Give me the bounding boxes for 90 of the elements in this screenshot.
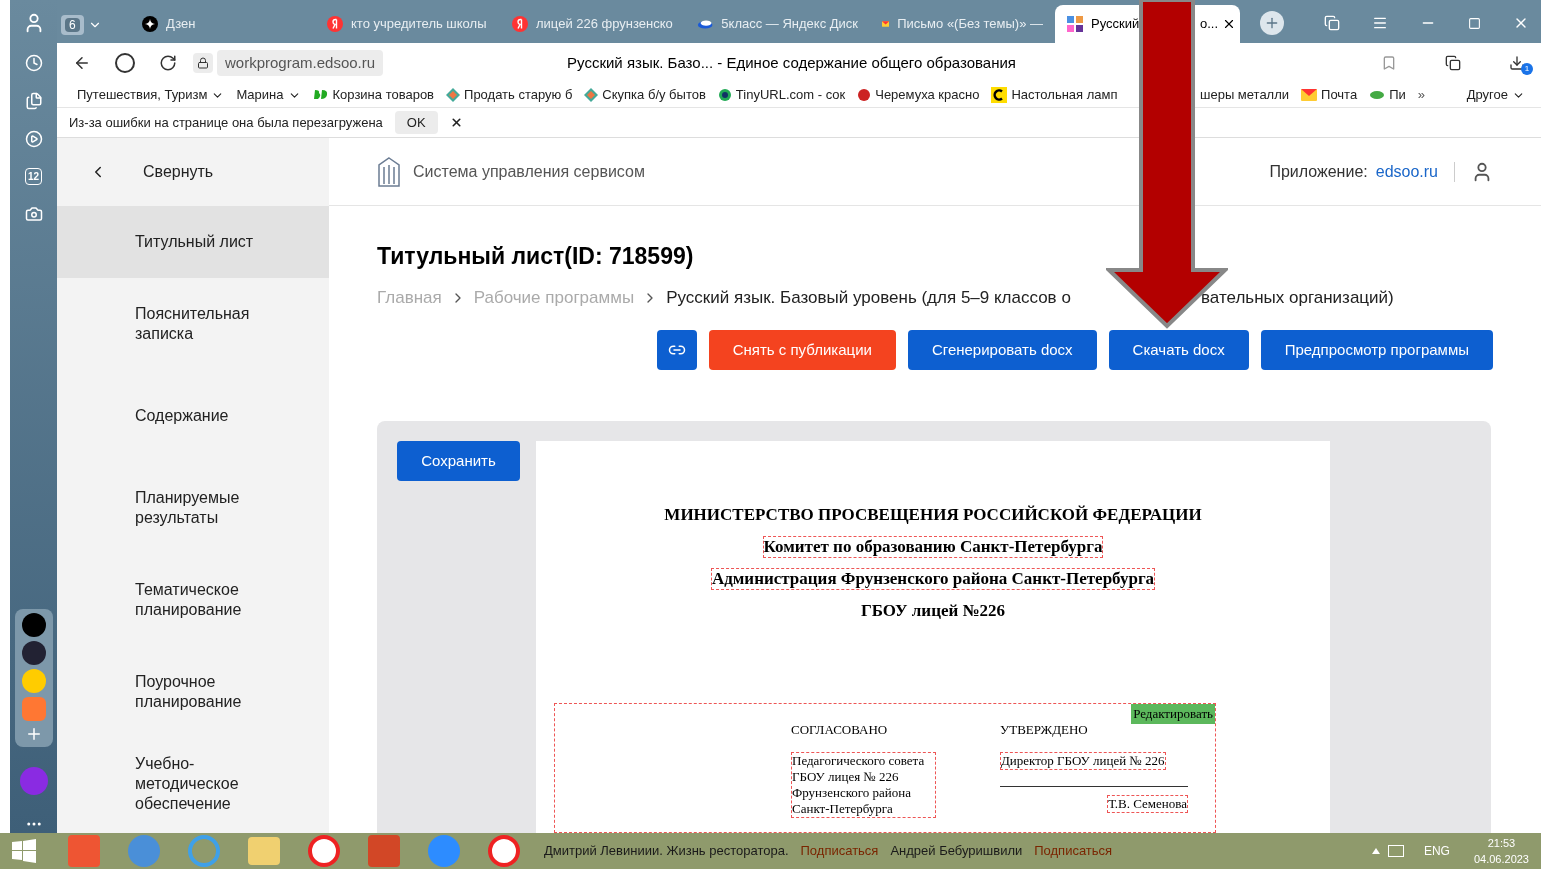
more-bookmarks-button[interactable]: »	[1417, 85, 1425, 105]
app-link[interactable]: edsoo.ru	[1375, 159, 1438, 184]
nav-item[interactable]: Учебно-методическое обеспечение	[57, 738, 329, 830]
ya-logo-icon	[327, 16, 343, 32]
nav-item[interactable]: Титульный лист	[57, 206, 329, 278]
column-heading: СОГЛАСОВАНО	[791, 721, 889, 739]
bookmark-item[interactable]: TinyURL.com - сок	[717, 85, 846, 105]
breadcrumb-current: Русский язык. Базовый уровень (для 5–9 классов о	[666, 287, 1071, 310]
envelope-icon	[882, 18, 890, 30]
clock-date: 04.06.2023	[1473, 852, 1529, 867]
action-button[interactable]: Скачать docx	[1108, 330, 1249, 370]
plus-icon	[1264, 15, 1280, 31]
bookmark-item[interactable]: Корзина товаров	[312, 85, 435, 105]
clock-time: 21:53	[1487, 836, 1516, 851]
close-icon[interactable]	[449, 116, 463, 129]
bookmark-item[interactable]: Пи	[1369, 85, 1406, 105]
approval-text: Педагогического совета ГБОУ лицея № 226 Фрунзенского района Санкт-Петербурга	[791, 751, 936, 818]
service-title: Система управления сервисом	[413, 161, 645, 182]
signer-name: Т.В. Семенова	[1107, 794, 1188, 813]
tab-title: Письмо «(Без темы)» —	[897, 15, 1043, 34]
menu-icon[interactable]	[1372, 15, 1388, 31]
history-icon[interactable]	[24, 54, 43, 72]
bookmark-icon[interactable]	[1381, 55, 1397, 71]
screenshot-icon[interactable]	[24, 205, 43, 223]
bookmark-item[interactable]: Скупка б/у бытов	[584, 85, 706, 105]
nav-item[interactable]: Планируемые результаты	[57, 462, 329, 554]
tab-title: 5класс — Яндекс Диск	[721, 15, 858, 34]
document-heading: МИНИСТЕРСТВО ПРОСВЕЩЕНИЯ РОССИЙСКОЙ ФЕДЕРАЦИИ	[663, 504, 1203, 526]
back-icon[interactable]	[73, 54, 91, 72]
ya-logo-icon	[512, 16, 528, 32]
play-icon[interactable]	[24, 130, 43, 148]
column-heading: УТВЕРЖДЕНО	[1000, 721, 1089, 739]
nav-item[interactable]: Поурочное планирование	[57, 646, 329, 738]
document-heading: ГБОУ лицей №226	[859, 600, 1007, 622]
collapse-link[interactable]: Свернуть	[143, 160, 214, 184]
collections-icon[interactable]	[24, 92, 43, 110]
app-label: Приложение:	[1269, 161, 1368, 182]
bookmark-item[interactable]: шеры металли	[1200, 85, 1290, 105]
tab-title: лицей 226 фрунзенско	[536, 15, 673, 34]
c-logo-icon	[991, 87, 1008, 103]
page-title: Русский язык. Базо... - Единое содержание общего образования	[567, 52, 1016, 73]
document-heading: Комитет по образованию Санкт-Петербурга	[762, 536, 1104, 558]
feed-title: Андрей Бебуришвили	[890, 842, 1023, 861]
windows-logo-icon[interactable]	[12, 839, 36, 863]
download-count-badge: 1	[1521, 63, 1533, 75]
breadcrumb-current: вательных организаций)	[1201, 287, 1394, 310]
envelope-icon	[1301, 89, 1318, 101]
nav-item[interactable]: Тематическое планирование	[57, 554, 329, 646]
bookmark-folder[interactable]: Путешествия, Туризм	[77, 85, 225, 105]
action-button[interactable]: Сгенерировать docx	[907, 330, 1097, 370]
feed-title: Дмитрий Левиниии. Жизнь ресторатора.	[544, 842, 789, 861]
star-logo-icon	[142, 16, 158, 32]
diamond-icon	[446, 88, 461, 102]
grid-logo-icon	[1067, 16, 1083, 32]
nav-item[interactable]: Содержание	[57, 370, 329, 462]
bookmark-item[interactable]: Продать старую б	[446, 85, 573, 105]
bookmark-item[interactable]: Настольная ламп	[991, 85, 1118, 105]
link-button[interactable]	[656, 330, 697, 370]
page-heading: Титульный лист(ID: 718599)	[377, 242, 695, 271]
bd-logo-icon	[312, 89, 329, 101]
tabs-icon[interactable]	[1324, 15, 1340, 31]
calendar-badge[interactable]: 12	[24, 168, 43, 185]
disk-logo-icon	[697, 18, 714, 30]
position-text: Директор ГБОУ лицей № 226	[1000, 751, 1166, 770]
nav-item[interactable]: Пояснительная записка	[57, 278, 329, 370]
ok-button[interactable]: OK	[394, 110, 438, 135]
extension-icon[interactable]	[1445, 55, 1461, 71]
bookmark-folder[interactable]: Другое	[1466, 85, 1525, 105]
lock-icon	[197, 57, 209, 69]
diamond-icon	[584, 88, 599, 102]
bookmark-folder[interactable]: Марина	[236, 85, 301, 105]
tab-title: о...	[1199, 15, 1218, 34]
tab-counter[interactable]: 6	[61, 15, 84, 35]
action-button[interactable]: Предпросмотр программы	[1260, 330, 1493, 370]
infobar-message: Из-за ошибки на странице она была перезагружена	[69, 113, 383, 132]
action-button[interactable]: Снять с публикации	[708, 330, 896, 370]
tab-title: Русский	[1091, 15, 1140, 34]
building-logo-icon	[377, 156, 401, 187]
reload-icon[interactable]	[159, 54, 177, 72]
bookmark-item[interactable]: Почта	[1301, 85, 1358, 105]
document-heading: Администрация Фрунзенского района Санкт-Петербурга	[710, 568, 1156, 590]
new-tab-button[interactable]	[1260, 11, 1284, 35]
tray-arrow-icon[interactable]	[1371, 848, 1380, 854]
tab-title: кто учредитель школы	[351, 15, 487, 34]
close-icon[interactable]	[1222, 17, 1236, 31]
restore-icon[interactable]	[1468, 16, 1481, 30]
save-button[interactable]: Сохранить	[397, 441, 520, 481]
tab-title: Дзен	[166, 15, 196, 34]
bookmark-item[interactable]: Черемуха красно	[857, 85, 980, 105]
edit-button[interactable]: Редактировать	[1131, 704, 1215, 724]
